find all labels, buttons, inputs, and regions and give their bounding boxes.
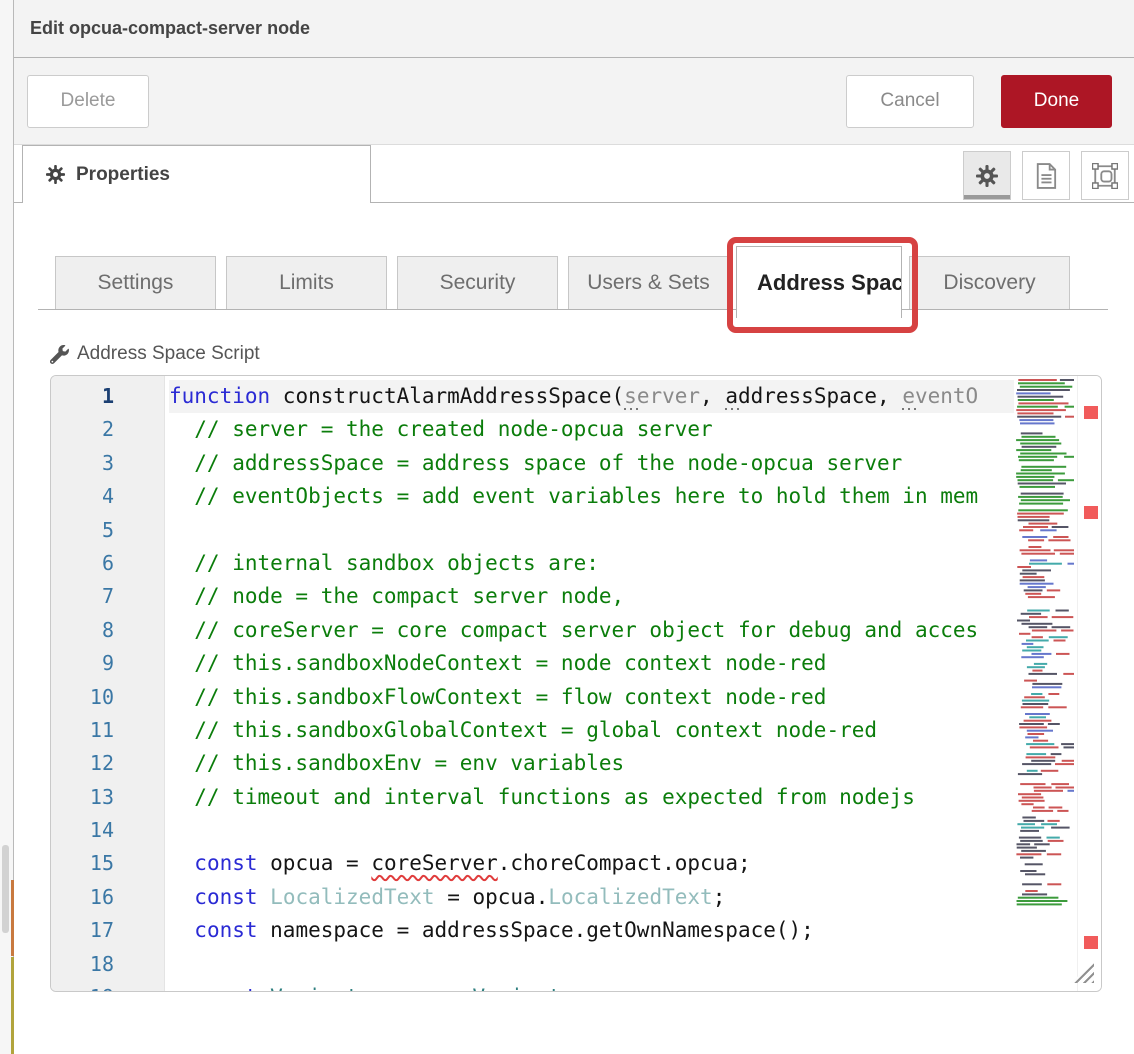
line-number: 1 [51, 380, 164, 413]
line-number: 4 [51, 480, 164, 513]
code-line [169, 948, 1014, 981]
tray-header: Edit opcua-compact-server node [14, 0, 1134, 58]
line-number: 3 [51, 447, 164, 480]
editor-annotation-track[interactable] [1077, 376, 1101, 991]
code-line: // server = the created node-opcua serve… [169, 413, 1014, 446]
dialog-title: Edit opcua-compact-server node [30, 18, 310, 39]
node-config-tabs: SettingsLimitsSecurityUsers & SetsAddres… [38, 256, 1108, 310]
tab-security[interactable]: Security [397, 256, 558, 309]
code-line: // addressSpace = address space of the n… [169, 447, 1014, 480]
code-line: const opcua = coreServer.choreCompact.op… [169, 847, 1014, 880]
edit-node-tray: Edit opcua-compact-server node Delete Ca… [14, 0, 1134, 1054]
code-line: const LocalizedText = opcua.LocalizedTex… [169, 881, 1014, 914]
code-line: const Variant = opcua.Variant; [169, 981, 1014, 991]
line-number: 10 [51, 681, 164, 714]
line-number: 6 [51, 547, 164, 580]
editor-code-pane[interactable]: function constructAlarmAddressSpace(serv… [166, 376, 1014, 991]
properties-icon-button[interactable] [963, 151, 1011, 200]
tray-toolbar: Delete Cancel Done [14, 58, 1134, 145]
code-line: // this.sandboxEnv = env variables [169, 747, 1014, 780]
tab-discovery[interactable]: Discovery [909, 256, 1070, 309]
code-editor[interactable]: 12345678910111213141516171819 function c… [50, 375, 1102, 992]
appearance-icon [1092, 163, 1118, 189]
line-number: 17 [51, 914, 164, 947]
done-button[interactable]: Done [1001, 75, 1112, 128]
workspace-edge [0, 0, 14, 1054]
line-number: 12 [51, 747, 164, 780]
tab-properties[interactable]: Properties [22, 145, 371, 203]
appearance-icon-button[interactable] [1081, 151, 1129, 200]
wrench-icon [50, 345, 69, 364]
code-line: // this.sandboxFlowContext = flow contex… [169, 681, 1014, 714]
tray-icon-buttons [963, 151, 1129, 200]
line-number: 13 [51, 781, 164, 814]
line-number: 5 [51, 514, 164, 547]
gear-icon [976, 165, 998, 187]
line-number: 11 [51, 714, 164, 747]
cancel-button[interactable]: Cancel [846, 75, 974, 128]
line-number: 15 [51, 847, 164, 880]
document-icon [1035, 163, 1057, 189]
editor-minimap[interactable] [1014, 376, 1077, 916]
tab-settings[interactable]: Settings [55, 256, 216, 309]
delete-button[interactable]: Delete [27, 75, 149, 128]
error-marker [1084, 506, 1098, 519]
code-line: const namespace = addressSpace.getOwnNam… [169, 914, 1014, 947]
tab-address-space[interactable]: Address Space [736, 246, 902, 318]
line-number: 14 [51, 814, 164, 847]
code-line: function constructAlarmAddressSpace(serv… [169, 380, 1014, 413]
error-marker [1084, 936, 1098, 949]
code-line [169, 814, 1014, 847]
tab-limits[interactable]: Limits [226, 256, 387, 309]
code-line: // node = the compact server node, [169, 580, 1014, 613]
tray-body: SettingsLimitsSecurityUsers & SetsAddres… [14, 204, 1134, 1054]
tray-tab-bar: Properties [14, 145, 1134, 203]
line-number: 7 [51, 580, 164, 613]
description-icon-button[interactable] [1022, 151, 1070, 200]
code-line: // internal sandbox objects are: [169, 547, 1014, 580]
workspace-scrollbar-thumb[interactable] [2, 845, 9, 933]
line-number: 16 [51, 881, 164, 914]
code-line: // this.sandboxGlobalContext = global co… [169, 714, 1014, 747]
section-label: Address Space Script [50, 343, 260, 365]
gear-icon [46, 165, 65, 184]
line-number: 19 [51, 981, 164, 992]
code-line: // this.sandboxNodeContext = node contex… [169, 647, 1014, 680]
code-line: // coreServer = core compact server obje… [169, 614, 1014, 647]
line-number: 9 [51, 647, 164, 680]
section-label-text: Address Space Script [77, 343, 260, 365]
editor-gutter: 12345678910111213141516171819 [51, 376, 165, 991]
error-marker [1084, 406, 1098, 419]
tab-properties-label: Properties [76, 164, 170, 186]
line-number: 8 [51, 614, 164, 647]
line-number: 2 [51, 413, 164, 446]
tab-users-sets[interactable]: Users & Sets [568, 256, 729, 309]
code-line [169, 514, 1014, 547]
line-number: 18 [51, 948, 164, 981]
code-line: // eventObjects = add event variables he… [169, 480, 1014, 513]
code-line: // timeout and interval functions as exp… [169, 781, 1014, 814]
